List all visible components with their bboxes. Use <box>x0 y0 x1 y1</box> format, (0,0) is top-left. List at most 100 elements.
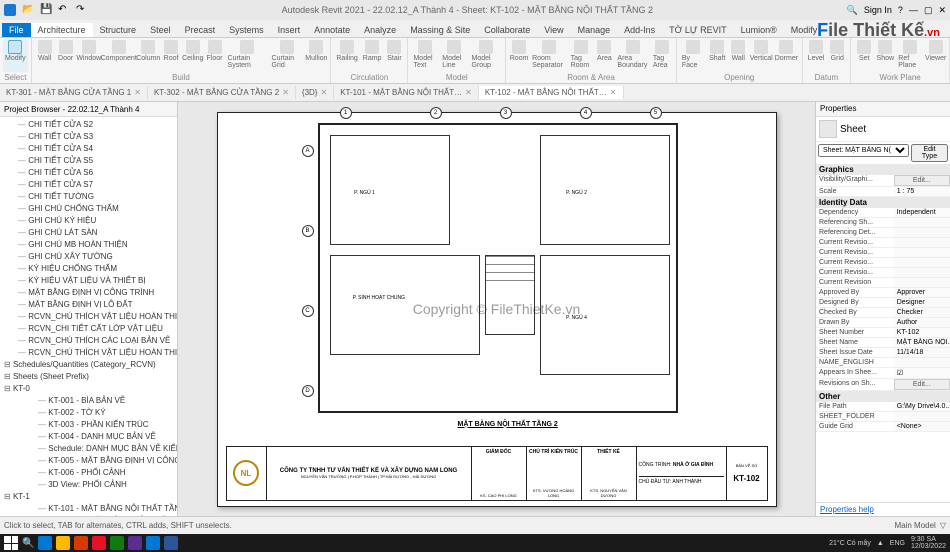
stair-button[interactable]: Stair <box>384 39 404 72</box>
tagroom-button[interactable]: Tag Room <box>569 39 594 72</box>
prop-value[interactable]: KT-102 <box>894 328 950 337</box>
railing-button[interactable]: Railing <box>334 39 359 72</box>
ribbon-tab-tlrevit[interactable]: TỜ LỰ REVIT <box>662 23 733 37</box>
prop-value[interactable] <box>894 268 950 277</box>
modelgroup-button[interactable]: Model Group <box>470 39 503 72</box>
browser-item[interactable]: GHI CHÚ MB HOÀN THIỆN <box>0 238 177 250</box>
browser-item[interactable]: Schedules/Quantities (Category_RCVN) <box>0 358 177 370</box>
modeltext-button[interactable]: Model Text <box>411 39 439 72</box>
browser-item[interactable]: 3D View: PHỐI CẢNH <box>0 478 177 490</box>
browser-item[interactable]: KT-001 - BÌA BẢN VẼ <box>0 394 177 406</box>
mullion-button[interactable]: Mullion <box>305 39 327 72</box>
browser-item[interactable]: Sheets (Sheet Prefix) <box>0 370 177 382</box>
redo-icon[interactable]: ↷ <box>76 4 88 16</box>
prop-value[interactable] <box>894 238 950 247</box>
search-icon[interactable]: 🔍 <box>22 538 34 549</box>
area-button[interactable]: Area <box>594 39 614 72</box>
prop-value[interactable]: ☑ <box>894 368 950 378</box>
window-button[interactable]: Window <box>77 39 101 72</box>
revit-icon[interactable] <box>4 4 16 16</box>
prop-value[interactable]: <None> <box>894 422 950 431</box>
component-button[interactable]: Component <box>102 39 136 72</box>
byface-button[interactable]: By Face <box>680 39 706 72</box>
browser-item[interactable]: KT-1 <box>0 490 177 502</box>
browser-tree[interactable]: CHI TIẾT CỬA S2CHI TIẾT CỬA S3CHI TIẾT C… <box>0 117 177 516</box>
browser-item[interactable]: KT-0 <box>0 382 177 394</box>
clock[interactable]: 9:30 SA12/03/2022 <box>911 536 946 550</box>
close-tab-icon[interactable]: ✕ <box>134 88 141 97</box>
prop-value[interactable] <box>894 358 950 367</box>
browser-item[interactable]: RCVN_CHÚ THÍCH VẬT LIỆU HOÀN THIỆN <box>0 310 177 322</box>
browser-item[interactable]: Floor Plan: MẶT BẰNG NỘI THẤT TẦNG 1 <box>0 514 177 516</box>
properties-help-link[interactable]: Properties help <box>816 502 950 516</box>
properties-grid[interactable]: GraphicsVisibility/Graphi...Edit...Scale… <box>816 164 950 502</box>
dormer-button[interactable]: Dormer <box>774 39 798 72</box>
lang-indicator[interactable]: ENG <box>890 540 905 547</box>
prop-value[interactable]: Checker <box>894 308 950 317</box>
signin-link[interactable]: Sign In <box>864 5 892 15</box>
drawing-canvas[interactable]: 1 2 3 4 5 A B C D P. NGỦ 1 P. NGỦ 2 P. S… <box>178 102 815 516</box>
level-button[interactable]: Level <box>806 39 827 72</box>
prop-value[interactable] <box>894 278 950 287</box>
browser-item[interactable]: CHI TIẾT CỬA S7 <box>0 178 177 190</box>
task-icon[interactable] <box>128 536 142 550</box>
grid-button[interactable]: Grid <box>827 39 847 72</box>
browser-item[interactable]: CHI TIẾT CỬA S5 <box>0 154 177 166</box>
prop-value[interactable]: 11/14/18 <box>894 348 950 357</box>
ribbon-tab-insert[interactable]: Insert <box>271 23 308 37</box>
ribbon-tab-view[interactable]: View <box>537 23 570 37</box>
doc-tab[interactable]: KT-302 - MẶT BẰNG CỬA TẦNG 2✕ <box>148 86 296 99</box>
ribbon-tab-manage[interactable]: Manage <box>571 23 618 37</box>
viewer-button[interactable]: Viewer <box>925 39 946 72</box>
close-tab-icon[interactable]: ✕ <box>320 88 327 97</box>
modelline-button[interactable]: Model Line <box>440 39 468 72</box>
task-icon[interactable] <box>56 536 70 550</box>
ribbon-tab-collaborate[interactable]: Collaborate <box>477 23 537 37</box>
room-button[interactable]: Room <box>509 39 529 72</box>
weather[interactable]: 21°C Có mây <box>829 540 871 547</box>
browser-item[interactable]: CHI TIẾT CỬA S6 <box>0 166 177 178</box>
task-icon[interactable] <box>92 536 106 550</box>
browser-item[interactable]: CHI TIẾT CỬA S2 <box>0 118 177 130</box>
edit-type-button[interactable]: Edit Type <box>911 144 948 162</box>
open-icon[interactable]: 📂 <box>22 4 34 16</box>
task-icon[interactable] <box>146 536 160 550</box>
prop-value[interactable]: G:\My Drive\4.0... <box>894 402 950 411</box>
browser-item[interactable]: MẶT BẰNG ĐỊNH VỊ LÔ ĐẤT <box>0 298 177 310</box>
prop-value[interactable] <box>894 258 950 267</box>
ribbon-tab-architecture[interactable]: Architecture <box>31 23 93 37</box>
minimize-icon[interactable]: — <box>909 5 918 15</box>
maximize-icon[interactable]: ▢ <box>924 5 933 16</box>
task-icon[interactable] <box>110 536 124 550</box>
refplane-button[interactable]: Ref Plane <box>896 39 924 72</box>
wall-button[interactable]: Wall <box>35 39 55 72</box>
browser-item[interactable]: KT-101 - MẶT BẰNG NỘI THẤT TẦNG 1 <box>0 502 177 514</box>
close-icon[interactable]: ✕ <box>938 5 946 16</box>
prop-value[interactable]: Designer <box>894 298 950 307</box>
prop-value[interactable]: Independent <box>894 208 950 217</box>
close-tab-icon[interactable]: ✕ <box>282 88 289 97</box>
browser-item[interactable]: KT-005 - MẶT BẰNG ĐỊNH VỊ CÔNG TRÌNH <box>0 454 177 466</box>
doc-tab[interactable]: KT-301 - MẶT BẰNG CỬA TẦNG 1✕ <box>0 86 148 99</box>
ramp-button[interactable]: Ramp <box>361 39 384 72</box>
ribbon-tab-steel[interactable]: Steel <box>143 23 178 37</box>
ribbon-tab-addins[interactable]: Add-Ins <box>617 23 662 37</box>
modify-button[interactable]: Modify <box>3 39 28 72</box>
ribbon-tab-annotate[interactable]: Annotate <box>307 23 357 37</box>
browser-item[interactable]: GHI CHÚ CHỐNG THẤM <box>0 202 177 214</box>
browser-item[interactable]: KT-004 - DANH MỤC BẢN VẼ <box>0 430 177 442</box>
curtainsystem-button[interactable]: Curtain System <box>226 39 269 72</box>
browser-item[interactable]: Schedule: DANH MỤC BẢN VẼ KIẾN TRÚC <box>0 442 177 454</box>
ribbon-tab-structure[interactable]: Structure <box>93 23 144 37</box>
undo-icon[interactable]: ↶ <box>58 4 70 16</box>
prop-value[interactable]: Approver <box>894 288 950 297</box>
prop-value[interactable]: Author <box>894 318 950 327</box>
task-icon[interactable] <box>74 536 88 550</box>
close-tab-icon[interactable]: ✕ <box>465 88 472 97</box>
browser-item[interactable]: KT-002 - TỜ KÝ <box>0 406 177 418</box>
ribbon-tab-analyze[interactable]: Analyze <box>357 23 403 37</box>
browser-item[interactable]: KÝ HIỆU VẬT LIỆU VÀ THIẾT BỊ <box>0 274 177 286</box>
properties-filter[interactable]: Sheet: MẶT BẰNG N( <box>818 144 909 157</box>
task-icon[interactable] <box>164 536 178 550</box>
doc-tab[interactable]: KT-102 - MẶT BẰNG NỘI THẤT…✕ <box>479 86 624 99</box>
